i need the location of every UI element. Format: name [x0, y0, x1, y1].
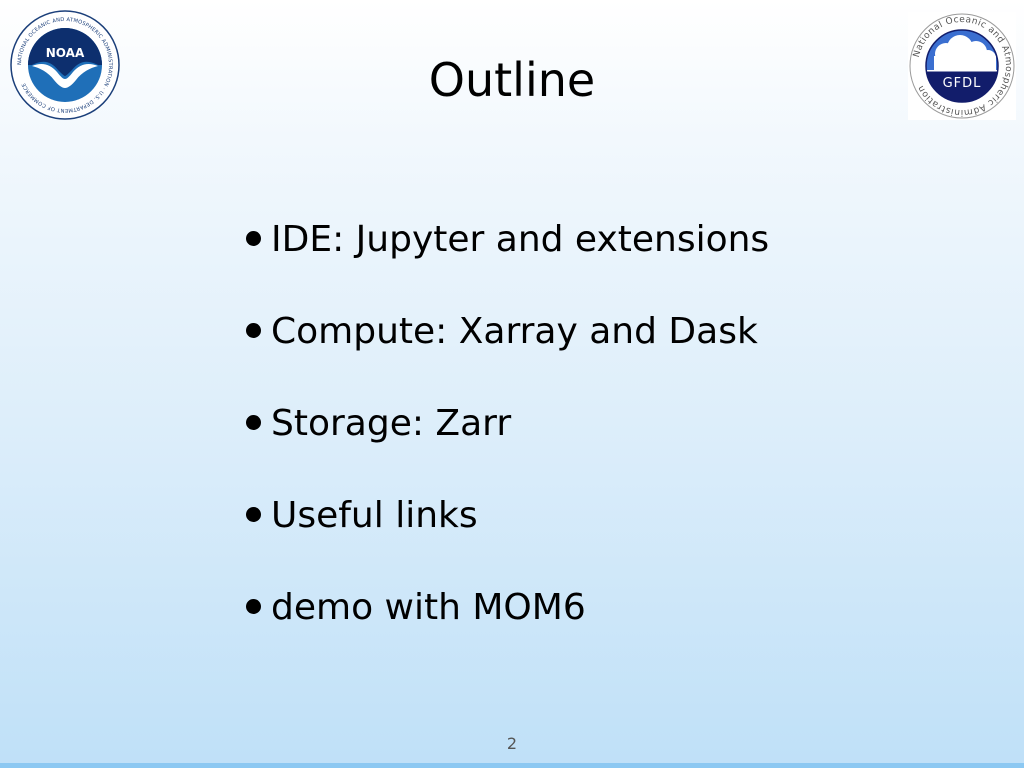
gfdl-logo-icon: National Oceanic and Atmospheric Adminis… — [908, 12, 1016, 120]
outline-item: IDE: Jupyter and extensions — [246, 212, 769, 268]
outline-item: Compute: Xarray and Dask — [246, 304, 769, 360]
noaa-logo-icon: NATIONAL OCEANIC AND ATMOSPHERIC ADMINIS… — [10, 10, 120, 120]
bullet-icon — [246, 506, 261, 522]
bullet-icon — [246, 414, 261, 430]
outline-item-text: Useful links — [271, 495, 478, 536]
outline-item-text: demo with MOM6 — [271, 587, 586, 628]
noaa-wordmark: NOAA — [46, 46, 85, 60]
outline-item-text: IDE: Jupyter and extensions — [271, 219, 770, 260]
outline-item: Storage: Zarr — [246, 396, 769, 452]
bullet-icon — [246, 322, 261, 338]
bullet-icon — [246, 598, 261, 614]
outline-item: Useful links — [246, 488, 769, 544]
outline-item-text: Compute: Xarray and Dask — [271, 311, 758, 352]
page-number: 2 — [506, 734, 518, 753]
outline-list: IDE: Jupyter and extensions Compute: Xar… — [246, 212, 769, 672]
bullet-icon — [246, 230, 261, 246]
outline-item-text: Storage: Zarr — [271, 403, 512, 444]
slide-title: Outline — [428, 53, 596, 107]
outline-item: demo with MOM6 — [246, 580, 769, 636]
bottom-band — [0, 763, 1024, 768]
slide: NATIONAL OCEANIC AND ATMOSPHERIC ADMINIS… — [0, 0, 1024, 768]
gfdl-wordmark: GFDL — [943, 76, 982, 91]
